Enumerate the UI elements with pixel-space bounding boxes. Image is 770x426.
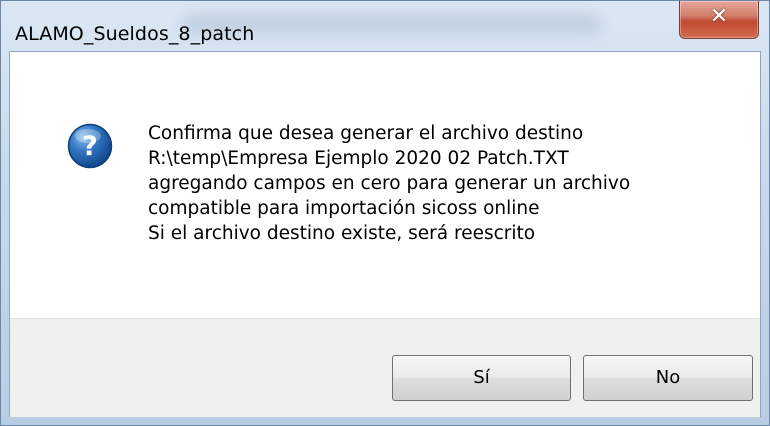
window-title: ALAMO_Sueldos_8_patch (15, 23, 255, 45)
dialog-window: ALAMO_Sueldos_8_patch ✕ ? Confirma que d… (0, 0, 770, 426)
svg-text:?: ? (82, 131, 98, 162)
dialog-body: ? Confirma que desea generar el archivo … (9, 51, 761, 417)
no-button[interactable]: No (583, 355, 753, 401)
question-icon: ? (67, 123, 113, 169)
message-line: agregando campos en cero para generar un… (148, 173, 631, 194)
button-bar: Sí No (10, 318, 760, 417)
message-text: Confirma que desea generar el archivo de… (148, 121, 738, 246)
yes-button[interactable]: Sí (392, 355, 571, 401)
message-line: compatible para importación sicoss onlin… (148, 198, 540, 219)
message-line: Confirma que desea generar el archivo de… (148, 123, 584, 144)
message-line: Si el archivo destino existe, será reesc… (148, 223, 536, 244)
close-icon: ✕ (709, 4, 729, 29)
message-line: R:\temp\Empresa Ejemplo 2020 02 Patch.TX… (148, 148, 569, 169)
close-button[interactable]: ✕ (679, 1, 759, 39)
